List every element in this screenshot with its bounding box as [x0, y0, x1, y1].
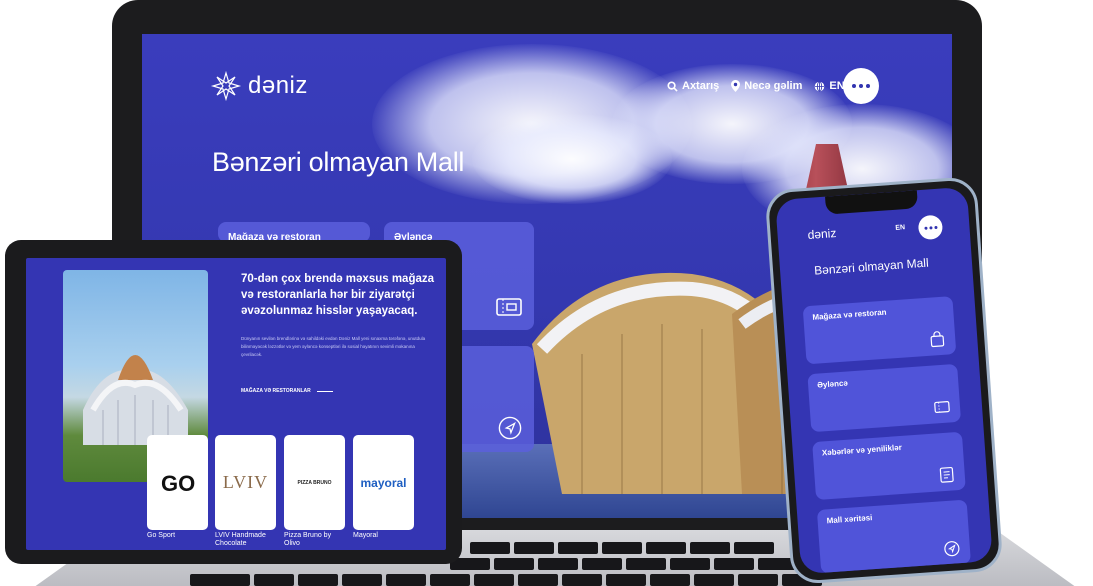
- directions-label: Necə gəlim: [744, 80, 803, 92]
- phone-shop-card[interactable]: Mağaza və restoran: [802, 296, 957, 365]
- shops-restaurants-link-label: MAĞAZA VƏ RESTORANLAR: [241, 388, 311, 394]
- tablet-screen: 70-dən çox brendə məxsus mağaza və resto…: [26, 258, 446, 550]
- search-icon: [667, 80, 678, 92]
- phone-screen: dəniz EN Bənzəri olmayan Mall Mağaza və …: [775, 186, 993, 575]
- go-sport-logo-text: GO SPORT: [161, 471, 198, 496]
- brand-name: LVIV Handmade Chocolate: [215, 532, 266, 547]
- phone-news-card-label: Xəbərlər və yeniliklər: [821, 442, 903, 458]
- tablet-heading: 70-dən çox brendə məxsus mağaza və resto…: [241, 273, 435, 317]
- tablet-body-text: Dünyanın sevilən brendlərinə və sahildək…: [241, 336, 426, 357]
- logo-text: dəniz: [248, 72, 308, 99]
- top-navigation: Axtarış Necə gəlim EN: [667, 80, 845, 92]
- phone-hero-title: Bənzəri olmayan Mall: [813, 255, 930, 278]
- phone-more-menu-button[interactable]: [917, 214, 944, 241]
- shops-restaurants-link[interactable]: MAĞAZA VƏ RESTORANLAR: [241, 388, 333, 394]
- navigation-icon: [944, 541, 960, 557]
- tablet-frame: 70-dən çox brendə məxsus mağaza və resto…: [5, 240, 462, 564]
- phone-shop-card-label: Mağaza və restoran: [812, 307, 887, 322]
- lviv-logo: LVIV: [222, 472, 269, 492]
- phone-map-card-label: Mall xəritəsi: [826, 513, 873, 526]
- search-link[interactable]: Axtarış: [667, 80, 719, 92]
- ticket-icon: [496, 298, 522, 316]
- more-dots-icon: [852, 84, 856, 88]
- go-sport-logo: GO SPORT: [161, 471, 198, 496]
- phone-notch: [825, 190, 919, 215]
- brand-card-mayoral[interactable]: mayoral: [353, 435, 414, 530]
- ticket-icon: [934, 401, 950, 413]
- news-icon: [939, 466, 954, 483]
- location-pin-icon: [731, 80, 741, 92]
- logo-mark-icon: [210, 70, 242, 102]
- phone-frame: dəniz EN Bənzəri olmayan Mall Mağaza və …: [764, 176, 1004, 585]
- phone-logo[interactable]: dəniz: [807, 226, 837, 242]
- shopping-bag-icon: [930, 331, 945, 348]
- brand-card-go-sport[interactable]: GO SPORT: [147, 435, 208, 530]
- brand-name: Go Sport: [147, 532, 176, 539]
- mayoral-logo: mayoral: [360, 475, 407, 490]
- phone-entertainment-card-label: Əyləncə: [816, 378, 849, 390]
- phone-map-card[interactable]: Mall xəritəsi: [816, 499, 971, 574]
- language-switch[interactable]: EN: [814, 80, 845, 92]
- more-dots-icon: [923, 226, 928, 230]
- more-menu-button[interactable]: [843, 68, 879, 104]
- brand-card-lviv[interactable]: LVIV: [215, 435, 276, 530]
- brand-name: Mayoral: [353, 532, 378, 539]
- search-label: Axtarış: [682, 80, 720, 92]
- directions-link[interactable]: Necə gəlim: [731, 80, 802, 92]
- phone-entertainment-card[interactable]: Əyləncə: [807, 363, 962, 433]
- arrow-right-icon: [316, 390, 333, 392]
- phone-news-card[interactable]: Xəbərlər və yeniliklər: [812, 431, 966, 501]
- brand-name: Pizza Bruno by Olivo: [284, 532, 332, 547]
- navigation-icon: [498, 416, 522, 440]
- shop-card[interactable]: Mağaza və restoran: [218, 222, 370, 243]
- logo[interactable]: dəniz: [210, 70, 308, 102]
- hero-title: Bənzəri olmayan Mall: [212, 147, 465, 177]
- globe-icon: [815, 80, 825, 92]
- brand-card-pizza-bruno[interactable]: PIZZA BRUNO: [284, 435, 345, 530]
- device-mockup-scene: dəniz Axtarış Necə gəlim EN Bənzəri olma…: [0, 0, 1093, 586]
- pizza-bruno-logo: PIZZA BRUNO: [297, 479, 332, 486]
- phone-language-switch[interactable]: EN: [895, 224, 905, 232]
